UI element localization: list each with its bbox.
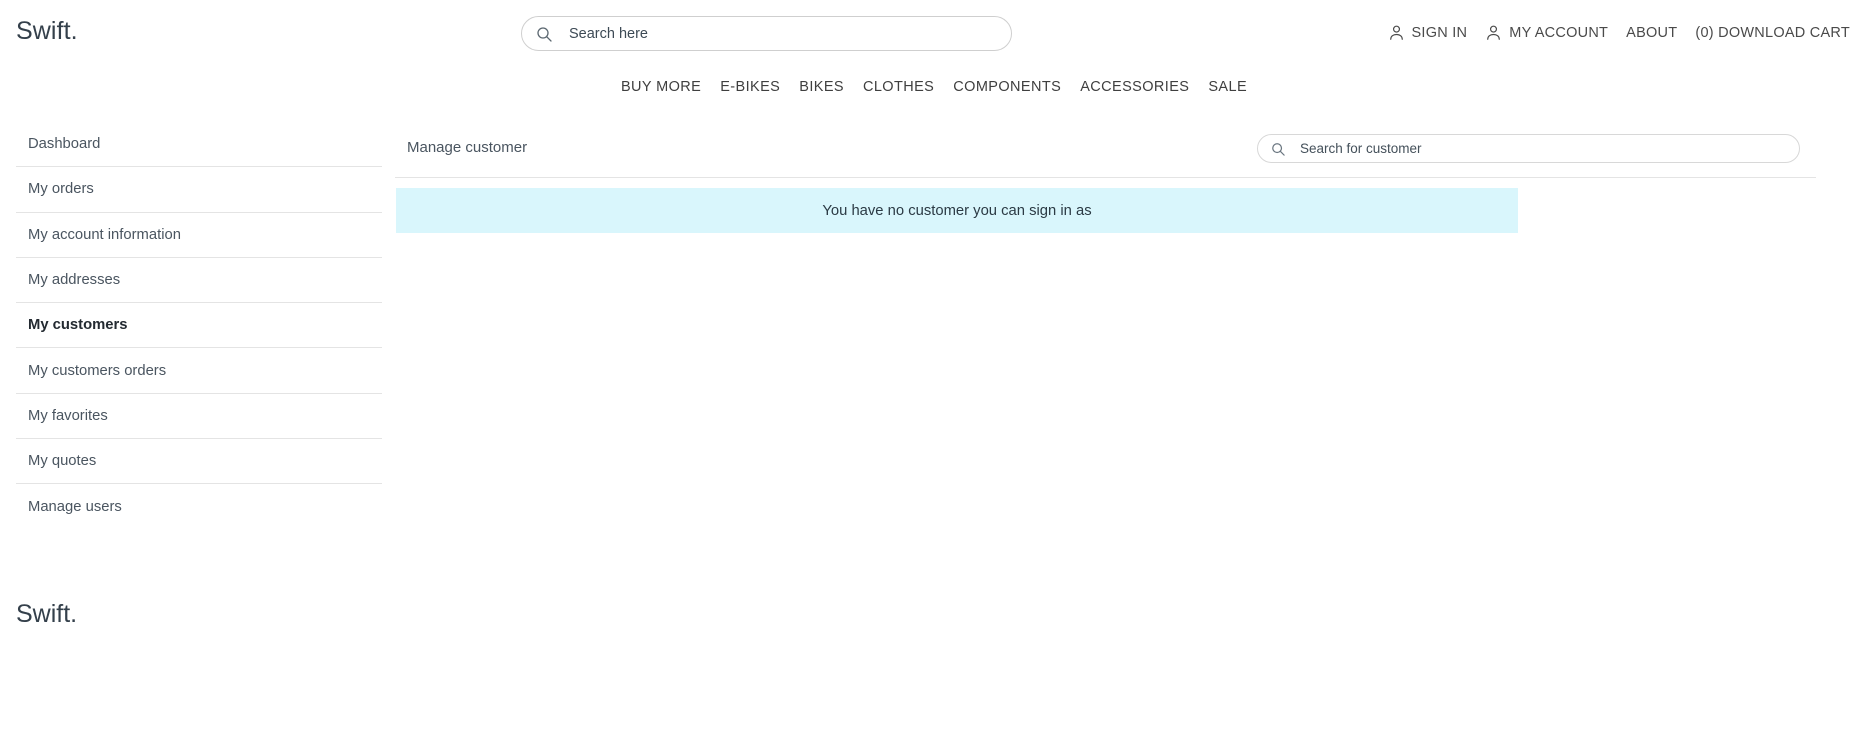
- nav-item-sale[interactable]: SALE: [1208, 79, 1247, 95]
- sidebar-item-my-customers[interactable]: My customers: [16, 303, 382, 349]
- site-logo[interactable]: Swift.: [16, 19, 78, 44]
- global-search-box[interactable]: [521, 16, 1012, 51]
- primary-nav: BUY MORE E-BIKES BIKES CLOTHES COMPONENT…: [0, 79, 1868, 95]
- global-search: [521, 16, 1012, 51]
- sign-in-label: SIGN IN: [1411, 24, 1468, 41]
- user-icon: [1485, 24, 1502, 41]
- sidebar-item-my-addresses[interactable]: My addresses: [16, 258, 382, 304]
- customer-search-box[interactable]: [1257, 134, 1800, 163]
- account-content: Manage customer You have no customer you…: [395, 122, 1816, 233]
- search-icon: [1271, 142, 1285, 156]
- sidebar-item-dashboard[interactable]: Dashboard: [16, 122, 382, 168]
- search-input[interactable]: [569, 25, 997, 42]
- account-sidebar: Dashboard My orders My account informati…: [16, 122, 382, 530]
- sidebar-item-my-quotes[interactable]: My quotes: [16, 439, 382, 485]
- no-customer-notice: You have no customer you can sign in as: [396, 188, 1518, 233]
- page-title: Manage customer: [407, 139, 528, 156]
- site-footer: Swift.: [0, 570, 1868, 745]
- nav-item-components[interactable]: COMPONENTS: [953, 79, 1061, 95]
- sidebar-item-my-customers-orders[interactable]: My customers orders: [16, 348, 382, 394]
- site-header: Swift. SIGN: [0, 0, 1868, 68]
- nav-item-e-bikes[interactable]: E-BIKES: [720, 79, 780, 95]
- nav-item-buy-more[interactable]: BUY MORE: [621, 79, 701, 95]
- user-icon: [1388, 24, 1405, 41]
- download-cart-link[interactable]: (0) DOWNLOAD CART: [1695, 25, 1850, 41]
- nav-item-bikes[interactable]: BIKES: [799, 79, 844, 95]
- content-header: Manage customer: [395, 122, 1816, 178]
- nav-item-clothes[interactable]: CLOTHES: [863, 79, 934, 95]
- sign-in-link[interactable]: SIGN IN: [1388, 24, 1468, 41]
- sidebar-item-my-orders[interactable]: My orders: [16, 167, 382, 213]
- about-link[interactable]: ABOUT: [1626, 25, 1677, 41]
- sidebar-item-manage-users[interactable]: Manage users: [16, 484, 382, 529]
- page-root: Swift. SIGN: [0, 0, 1868, 745]
- nav-item-accessories[interactable]: ACCESSORIES: [1080, 79, 1189, 95]
- sidebar-item-my-favorites[interactable]: My favorites: [16, 394, 382, 440]
- my-account-link[interactable]: MY ACCOUNT: [1485, 24, 1608, 41]
- customer-search-input[interactable]: [1300, 141, 1786, 156]
- my-account-label: MY ACCOUNT: [1509, 24, 1609, 41]
- header-utility-nav: SIGN IN MY ACCOUNT ABOUT (0) DOWNLOAD CA…: [1388, 24, 1851, 41]
- footer-logo[interactable]: Swift.: [16, 602, 77, 627]
- search-icon: [536, 26, 552, 42]
- account-body: Dashboard My orders My account informati…: [0, 122, 1868, 552]
- sidebar-item-my-account-information[interactable]: My account information: [16, 213, 382, 258]
- no-customer-notice-text: You have no customer you can sign in as: [822, 202, 1092, 219]
